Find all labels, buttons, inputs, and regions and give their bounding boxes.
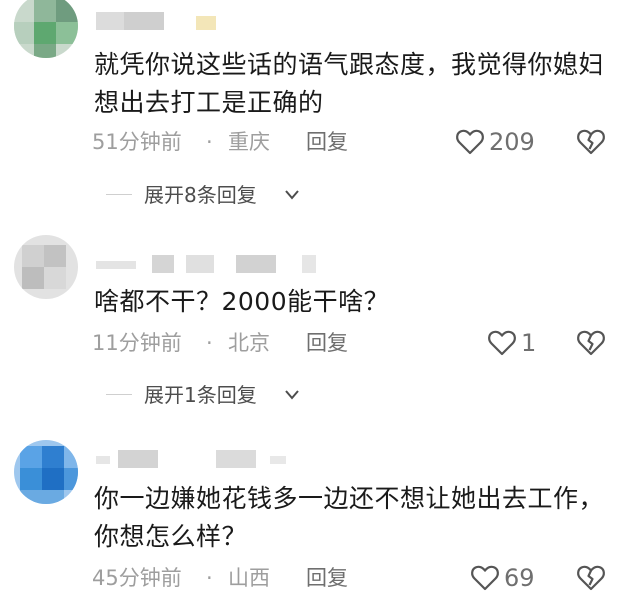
username-blurred[interactable] — [96, 450, 296, 470]
comment-2: 啥都不干？2000能干啥？ 11分钟前 · 北京 回复 1 展开1条回复 — [0, 215, 640, 410]
broken-heart-icon — [577, 330, 605, 356]
divider-line — [106, 394, 132, 395]
location: 北京 — [228, 331, 270, 355]
like-button[interactable]: 1 — [487, 328, 547, 358]
like-button[interactable]: 69 — [470, 563, 550, 593]
comment-text: 你一边嫌她花钱多一边还不想让她出去工作，你想怎么样？ — [94, 484, 605, 551]
location: 重庆 — [228, 130, 270, 154]
heart-outline-icon — [488, 330, 516, 356]
comment-text: 啥都不干？2000能干啥？ — [94, 287, 390, 316]
separator: · — [206, 331, 213, 355]
like-button[interactable]: 209 — [455, 127, 545, 157]
comment-meta: 11分钟前 · 北京 回复 — [92, 328, 392, 358]
expand-replies-label: 展开8条回复 — [144, 183, 257, 207]
timestamp: 45分钟前 — [92, 566, 182, 590]
heart-outline-icon — [456, 129, 484, 155]
like-count: 69 — [504, 564, 535, 592]
comment-3: 你一边嫌她花钱多一边还不想让她出去工作，你想怎么样？ 45分钟前 · 山西 回复… — [0, 410, 640, 605]
expand-replies-button[interactable]: 展开1条回复 — [106, 380, 326, 410]
timestamp: 11分钟前 — [92, 331, 182, 355]
reply-button[interactable]: 回复 — [306, 328, 348, 358]
username-blurred[interactable] — [96, 12, 236, 32]
broken-heart-icon — [577, 565, 605, 591]
like-count: 1 — [521, 329, 537, 357]
like-count: 209 — [489, 128, 535, 156]
timestamp: 51分钟前 — [92, 130, 182, 154]
expand-replies-label: 展开1条回复 — [144, 383, 257, 407]
username-blurred[interactable] — [96, 255, 326, 275]
broken-heart-icon — [577, 129, 605, 155]
chevron-down-icon — [285, 390, 299, 400]
avatar[interactable] — [14, 0, 78, 58]
reply-button[interactable]: 回复 — [306, 563, 348, 593]
chevron-down-icon — [285, 190, 299, 200]
avatar[interactable] — [14, 440, 78, 504]
divider-line — [106, 194, 132, 195]
comment-meta: 45分钟前 · 山西 回复 — [92, 563, 392, 593]
location: 山西 — [228, 566, 270, 590]
comment-1: 就凭你说这些话的语气跟态度，我觉得你媳妇想出去打工是正确的 51分钟前 · 重庆… — [0, 0, 640, 215]
separator: · — [206, 130, 213, 154]
comment-text: 就凭你说这些话的语气跟态度，我觉得你媳妇想出去打工是正确的 — [94, 50, 605, 117]
heart-outline-icon — [471, 565, 499, 591]
separator: · — [206, 566, 213, 590]
dislike-button[interactable] — [576, 328, 608, 358]
comment-meta: 51分钟前 · 重庆 回复 — [92, 127, 392, 157]
avatar[interactable] — [14, 235, 78, 299]
reply-button[interactable]: 回复 — [306, 127, 348, 157]
dislike-button[interactable] — [576, 563, 608, 593]
dislike-button[interactable] — [576, 127, 608, 157]
expand-replies-button[interactable]: 展开8条回复 — [106, 180, 326, 210]
